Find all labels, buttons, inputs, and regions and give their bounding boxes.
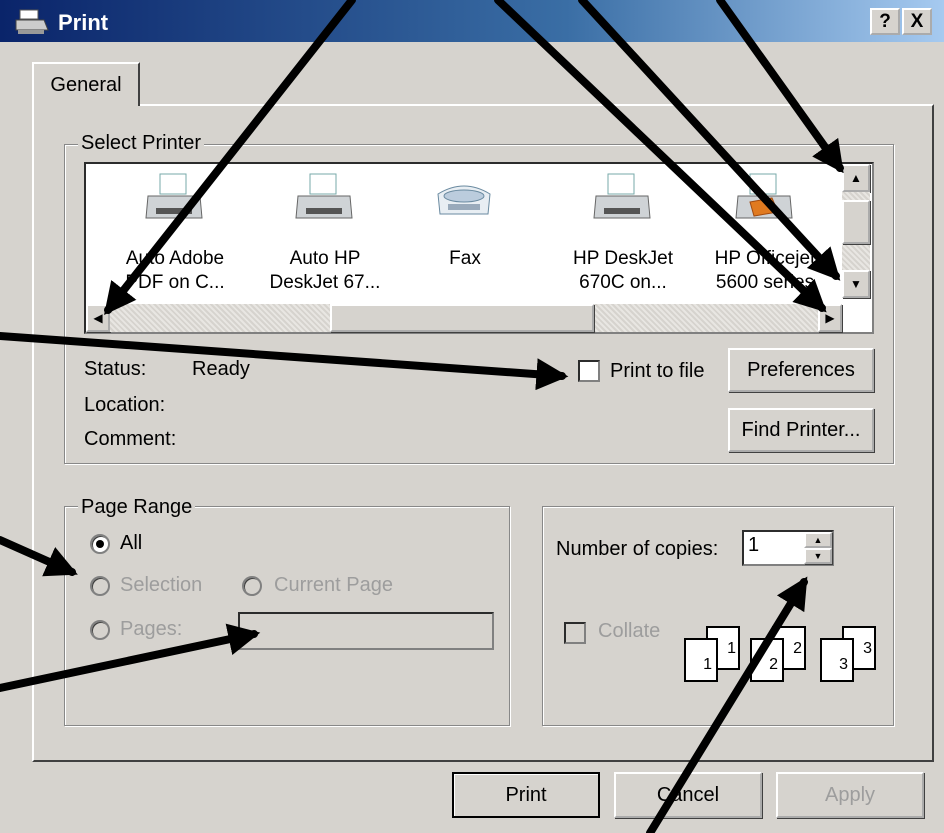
comment-label: Comment: — [84, 428, 177, 450]
printer-name-line1: HP Officejet — [714, 248, 816, 269]
find-printer-button[interactable]: Find Printer... — [728, 408, 874, 452]
scroll-up-button[interactable]: ▲ — [842, 164, 870, 192]
radio-all-label[interactable]: All — [120, 532, 142, 555]
scroll-right-button[interactable]: ▶ — [818, 304, 842, 332]
print-to-file-label[interactable]: Print to file — [610, 360, 704, 383]
print-dialog: Print ? X General Select Printer Auto Ad… — [0, 0, 944, 833]
collate-page: 3 — [820, 638, 854, 682]
copies-spin-up[interactable]: ▲ — [804, 532, 832, 548]
help-button[interactable]: ? — [870, 8, 900, 35]
radio-selection-label[interactable]: Selection — [120, 574, 202, 597]
collate-illustration: 1 1 2 2 3 3 — [684, 626, 884, 690]
radio-current-page-label[interactable]: Current Page — [274, 574, 393, 597]
page-range-legend: Page Range — [78, 496, 196, 519]
printer-icon — [593, 173, 651, 219]
copies-value: 1 — [748, 534, 760, 556]
title-bar[interactable] — [0, 0, 944, 42]
printer-name-line2: DeskJet 67... — [269, 272, 381, 293]
printer-name-line1: Auto HP — [289, 248, 361, 269]
fax-icon — [437, 185, 491, 215]
scroll-down-button[interactable]: ▼ — [842, 270, 870, 298]
copies-spin-down[interactable]: ▼ — [804, 548, 832, 564]
collate-checkbox[interactable] — [564, 622, 586, 644]
radio-pages[interactable] — [90, 620, 110, 640]
printer-icon — [295, 173, 353, 219]
collate-page: 2 — [750, 638, 784, 682]
scroll-left-button[interactable]: ◀ — [86, 304, 110, 332]
radio-all[interactable] — [90, 534, 110, 554]
printer-icon — [145, 173, 203, 219]
printer-name-line1: Fax — [449, 248, 481, 269]
printer-name-line1: HP DeskJet — [573, 248, 673, 269]
select-printer-legend: Select Printer — [78, 132, 205, 155]
location-label: Location: — [84, 394, 166, 416]
printer-title-icon — [15, 9, 49, 34]
radio-pages-label[interactable]: Pages: — [120, 618, 182, 641]
horizontal-scroll-thumb[interactable] — [330, 304, 594, 332]
printer-name-line2: 5600 series — [715, 272, 815, 293]
apply-button[interactable]: Apply — [776, 772, 924, 818]
vertical-scroll-thumb[interactable] — [842, 200, 870, 244]
printer-name-line1: Auto Adobe — [125, 248, 225, 269]
radio-selection[interactable] — [90, 576, 110, 596]
printer-list[interactable]: Auto Adobe PDF on C... Auto HP DeskJet 6… — [84, 162, 874, 334]
printer-icon — [735, 173, 793, 219]
collate-page: 1 — [684, 638, 718, 682]
printer-name-line2: PDF on C... — [125, 272, 225, 293]
cancel-button[interactable]: Cancel — [614, 772, 762, 818]
collate-label[interactable]: Collate — [598, 620, 660, 643]
printer-name-line2: 670C on... — [579, 272, 667, 293]
status-label: Status: — [84, 358, 147, 380]
print-to-file-checkbox[interactable] — [578, 360, 600, 382]
close-button[interactable]: X — [902, 8, 932, 35]
print-button[interactable]: Print — [452, 772, 600, 818]
copies-label: Number of copies: — [556, 538, 719, 560]
status-value: Ready — [192, 358, 250, 380]
window-title: Print — [58, 10, 109, 35]
radio-current-page[interactable] — [242, 576, 262, 596]
tab-general[interactable]: General — [32, 62, 140, 106]
preferences-button[interactable]: Preferences — [728, 348, 874, 392]
pages-input[interactable] — [238, 612, 494, 650]
radio-selected-dot — [96, 540, 104, 548]
